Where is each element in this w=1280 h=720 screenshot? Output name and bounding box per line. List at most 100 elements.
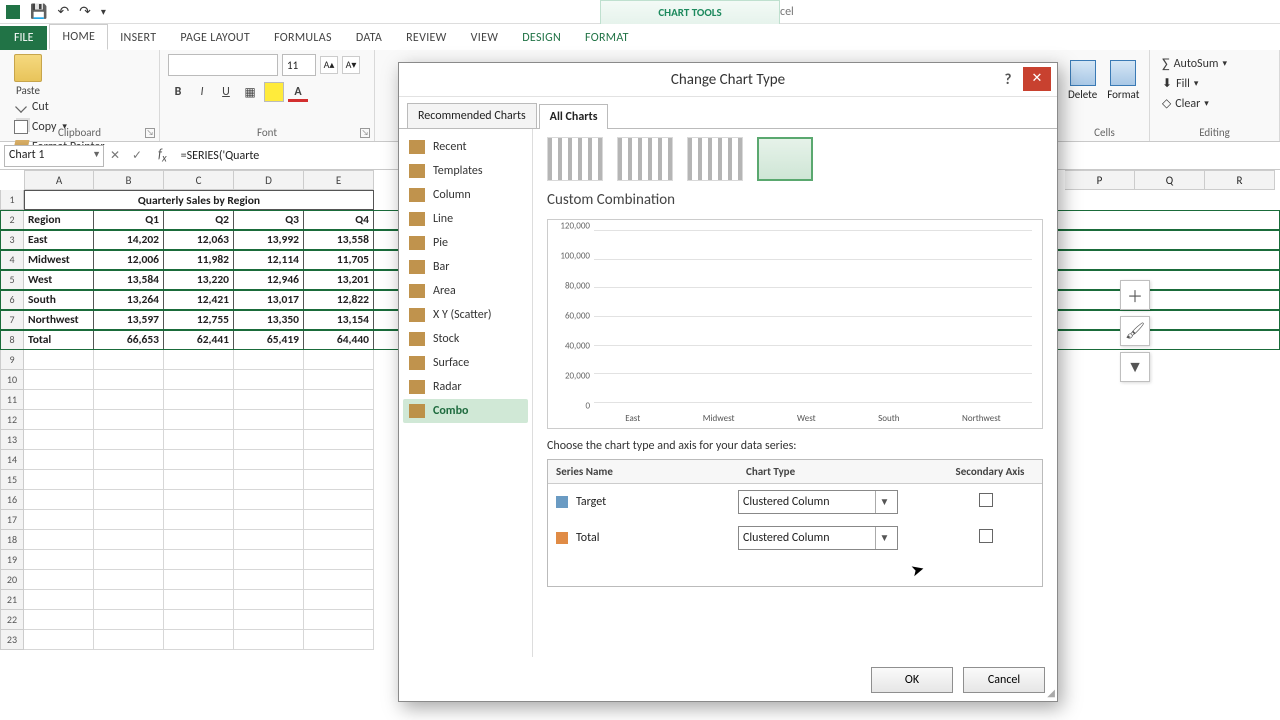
- cell[interactable]: [304, 470, 374, 490]
- cell[interactable]: [234, 550, 304, 570]
- clear-button[interactable]: ◇Clear▾: [1162, 94, 1271, 114]
- cell[interactable]: [304, 590, 374, 610]
- cell[interactable]: [164, 390, 234, 410]
- cell[interactable]: [304, 370, 374, 390]
- cell[interactable]: 13,154: [304, 310, 374, 330]
- cell[interactable]: 13,597: [94, 310, 164, 330]
- italic-button[interactable]: I: [192, 82, 212, 102]
- fx-icon[interactable]: fx: [158, 147, 167, 165]
- cell[interactable]: [24, 450, 94, 470]
- tab-home[interactable]: HOME: [49, 24, 108, 50]
- cell[interactable]: 12,421: [164, 290, 234, 310]
- secondary-axis-checkbox[interactable]: [979, 493, 993, 507]
- cell[interactable]: [94, 610, 164, 630]
- autosum-button[interactable]: ∑AutoSum▾: [1162, 54, 1271, 74]
- cell[interactable]: [164, 610, 234, 630]
- formula-input[interactable]: =SERIES('Quarte: [177, 149, 337, 163]
- cell[interactable]: 65,419: [234, 330, 304, 350]
- cell[interactable]: [164, 570, 234, 590]
- cell[interactable]: [234, 510, 304, 530]
- cell[interactable]: Northwest: [24, 310, 94, 330]
- cell[interactable]: 12,755: [164, 310, 234, 330]
- cell[interactable]: [94, 350, 164, 370]
- row-header[interactable]: 12: [0, 410, 24, 430]
- cell[interactable]: [24, 370, 94, 390]
- tab-design[interactable]: DESIGN: [510, 26, 573, 50]
- cell[interactable]: [304, 630, 374, 650]
- cell[interactable]: [304, 550, 374, 570]
- cell[interactable]: [94, 410, 164, 430]
- save-icon[interactable]: 💾: [30, 3, 47, 20]
- row-header[interactable]: 11: [0, 390, 24, 410]
- cell[interactable]: Q3: [234, 210, 304, 230]
- chart-category-area[interactable]: Area: [403, 279, 528, 303]
- qat-customize-icon[interactable]: ▾: [101, 5, 106, 18]
- row-header[interactable]: 7: [0, 310, 24, 330]
- cell[interactable]: [94, 530, 164, 550]
- cell[interactable]: [164, 490, 234, 510]
- row-header[interactable]: 21: [0, 590, 24, 610]
- row-header[interactable]: 23: [0, 630, 24, 650]
- cell[interactable]: [94, 510, 164, 530]
- cell[interactable]: [304, 390, 374, 410]
- cell[interactable]: 12,063: [164, 230, 234, 250]
- cell[interactable]: [234, 450, 304, 470]
- tab-view[interactable]: VIEW: [459, 26, 511, 50]
- chart-category-surface[interactable]: Surface: [403, 351, 528, 375]
- cell[interactable]: [304, 410, 374, 430]
- combo-subtype-3[interactable]: [687, 137, 743, 181]
- cell[interactable]: 66,653: [94, 330, 164, 350]
- chart-category-combo[interactable]: Combo: [403, 399, 528, 423]
- cell[interactable]: 62,441: [164, 330, 234, 350]
- cell[interactable]: [164, 410, 234, 430]
- row-header[interactable]: 3: [0, 230, 24, 250]
- cell[interactable]: [234, 630, 304, 650]
- cell[interactable]: [94, 390, 164, 410]
- cell[interactable]: [24, 590, 94, 610]
- chart-category-radar[interactable]: Radar: [403, 375, 528, 399]
- cell[interactable]: [304, 350, 374, 370]
- cell[interactable]: Q4: [304, 210, 374, 230]
- tab-all-charts[interactable]: All Charts: [539, 104, 609, 129]
- row-header[interactable]: 19: [0, 550, 24, 570]
- cell[interactable]: Q2: [164, 210, 234, 230]
- row-header[interactable]: 2: [0, 210, 24, 230]
- dialog-close-button[interactable]: ✕: [1023, 67, 1051, 91]
- cell[interactable]: South: [24, 290, 94, 310]
- cell[interactable]: [94, 430, 164, 450]
- col-header[interactable]: E: [304, 170, 374, 190]
- tab-format[interactable]: FORMAT: [573, 26, 641, 50]
- cell[interactable]: 13,201: [304, 270, 374, 290]
- clipboard-dialog-icon[interactable]: ↘: [145, 128, 155, 138]
- cell[interactable]: [24, 550, 94, 570]
- chart-category-stock[interactable]: Stock: [403, 327, 528, 351]
- cell[interactable]: [164, 470, 234, 490]
- cell[interactable]: [24, 430, 94, 450]
- cell[interactable]: [164, 530, 234, 550]
- tab-page-layout[interactable]: PAGE LAYOUT: [168, 26, 262, 50]
- cell[interactable]: [24, 610, 94, 630]
- row-header[interactable]: 9: [0, 350, 24, 370]
- tab-insert[interactable]: INSERT: [108, 26, 168, 50]
- row-header[interactable]: 10: [0, 370, 24, 390]
- row-header[interactable]: 13: [0, 430, 24, 450]
- cell[interactable]: West: [24, 270, 94, 290]
- font-name-select[interactable]: [168, 54, 278, 76]
- col-header[interactable]: C: [164, 170, 234, 190]
- cell[interactable]: Q1: [94, 210, 164, 230]
- cell[interactable]: [24, 570, 94, 590]
- cell[interactable]: [164, 550, 234, 570]
- dialog-help-button[interactable]: ?: [997, 69, 1019, 91]
- cell[interactable]: [94, 570, 164, 590]
- chart-category-x-y-scatter-[interactable]: X Y (Scatter): [403, 303, 528, 327]
- cell[interactable]: 13,558: [304, 230, 374, 250]
- row-header[interactable]: 5: [0, 270, 24, 290]
- cell[interactable]: [304, 450, 374, 470]
- cell[interactable]: [304, 430, 374, 450]
- cell[interactable]: [94, 490, 164, 510]
- cell[interactable]: [234, 610, 304, 630]
- chart-elements-button[interactable]: ＋: [1120, 280, 1150, 310]
- cell[interactable]: [164, 450, 234, 470]
- cell[interactable]: 64,440: [304, 330, 374, 350]
- col-header[interactable]: D: [234, 170, 304, 190]
